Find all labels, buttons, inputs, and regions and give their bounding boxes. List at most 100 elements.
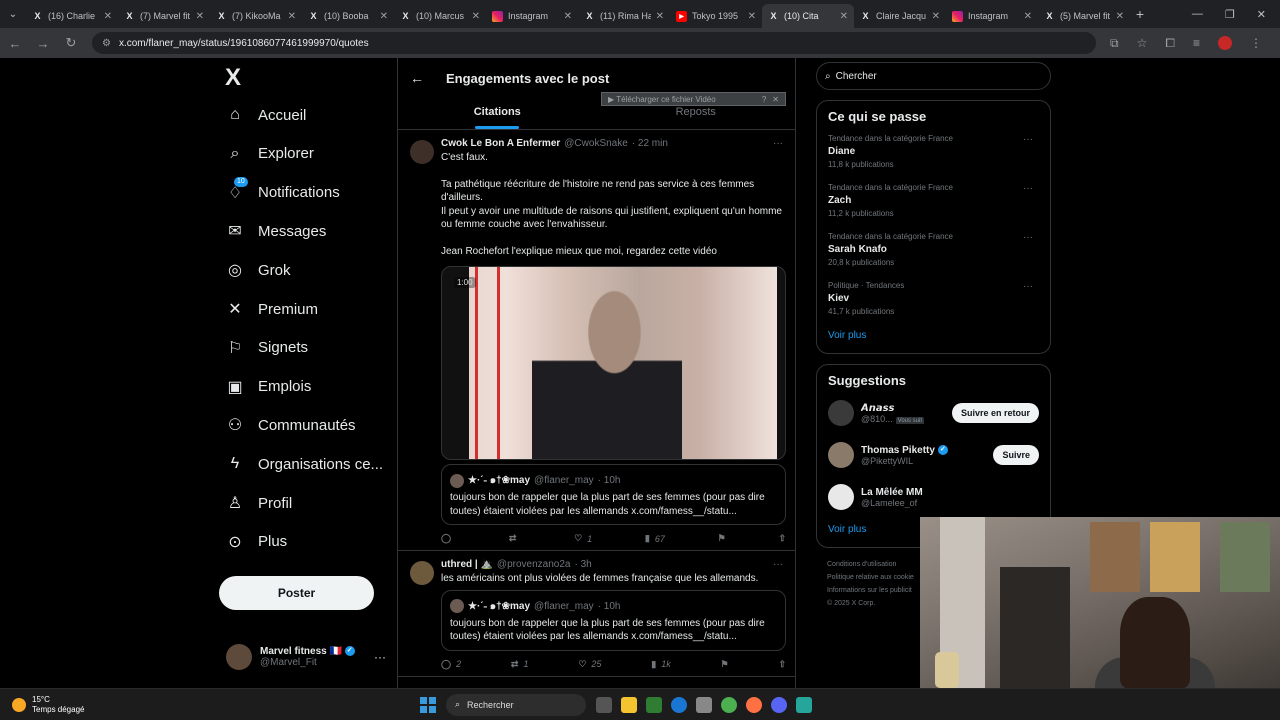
browser-tab[interactable]: X (10) Booba ✕ — [302, 4, 394, 28]
browser-tab[interactable]: Instagram ✕ — [486, 4, 578, 28]
maximize-icon[interactable]: ❐ — [1225, 8, 1235, 21]
nav-item-signets[interactable]: ⚐ Signets — [226, 333, 308, 363]
discord-icon[interactable] — [771, 696, 787, 713]
chrome-icon[interactable] — [721, 696, 737, 713]
close-tab-icon[interactable]: ✕ — [1024, 11, 1032, 22]
nav-item-profil[interactable]: ♙ Profil — [226, 488, 292, 518]
trend-item[interactable]: Tendance dans la catégorie France Sarah K… — [828, 232, 1039, 267]
close-tab-icon[interactable]: ✕ — [840, 11, 848, 22]
bookmark-button[interactable]: ⚑ — [718, 533, 726, 544]
post-time[interactable]: · 3h — [574, 559, 591, 570]
weather-widget[interactable]: 15°C Temps dégagé — [0, 695, 420, 715]
close-tab-icon[interactable]: ✕ — [564, 11, 572, 22]
suggestion-item[interactable]: Thomas Piketty ✓ @PikettyWIL Suivre — [828, 440, 1039, 470]
store-icon[interactable] — [696, 696, 712, 713]
quoted-post[interactable]: ★·ˊ˗ ๑†❀may @flaner_may · 10h toujours b… — [441, 464, 786, 525]
account-switcher[interactable]: Marvel fitness 🇫🇷 ✓ @Marvel_Fit ··· — [226, 644, 386, 670]
browser-tab[interactable]: X Claire Jacqu ✕ — [854, 4, 946, 28]
nav-item-organisations-ce[interactable]: ϟ Organisations ce... — [226, 449, 383, 479]
avatar[interactable] — [828, 442, 854, 468]
browser-tab[interactable]: X (10) Marcus ✕ — [394, 4, 486, 28]
nav-item-emplois[interactable]: ▣ Emplois — [226, 372, 311, 402]
repost-button[interactable]: ⇄ — [509, 533, 522, 544]
close-tab-icon[interactable]: ✕ — [932, 11, 940, 22]
minimize-icon[interactable]: — — [1192, 8, 1203, 21]
close-icon[interactable]: ✕ — [772, 95, 779, 104]
help-icon[interactable]: ? — [762, 95, 766, 104]
reading-list-icon[interactable]: ≡ — [1193, 36, 1200, 51]
author-name[interactable]: Cwok Le Bon A Enfermer — [441, 138, 560, 149]
trends-show-more-link[interactable]: Voir plus — [828, 330, 1039, 341]
search-input[interactable]: ⌕ Chercher — [816, 62, 1051, 90]
nav-item-notifications[interactable]: ♢ 10 Notifications — [226, 176, 340, 208]
trend-item[interactable]: Tendance dans la catégorie France Diane 11… — [828, 134, 1039, 169]
close-tab-icon[interactable]: ✕ — [196, 11, 204, 22]
avatar[interactable] — [410, 140, 434, 164]
site-info-icon[interactable]: ⚙ — [102, 38, 111, 49]
tab-search-button[interactable]: ⌄ — [0, 0, 26, 28]
browser-tab[interactable]: X (5) Marvel fit ✕ — [1038, 4, 1130, 28]
quoted-post[interactable]: ★·ˊ˗ ๑†❀may @flaner_may · 10h toujours b… — [441, 589, 786, 651]
browser-menu-icon[interactable]: ⋮ — [1250, 36, 1262, 51]
follow-button[interactable]: Suivre — [993, 445, 1039, 465]
more-icon[interactable]: ··· — [773, 138, 783, 149]
like-button[interactable]: ♡ 1 — [574, 533, 592, 544]
video-download-extension-bar[interactable]: ▶ Télécharger ce fichier Vidéo ? ✕ — [601, 92, 786, 106]
firefox-icon[interactable] — [746, 696, 762, 713]
avatar[interactable] — [828, 400, 854, 426]
browser-tab[interactable]: X (11) Rima Ha ✕ — [578, 4, 670, 28]
nav-item-messages[interactable]: ✉ Messages — [226, 216, 326, 246]
tab-citations[interactable]: Citations — [398, 98, 597, 129]
nav-item-grok[interactable]: ◎ Grok — [226, 255, 291, 285]
more-icon[interactable]: ··· — [1023, 281, 1033, 292]
trend-item[interactable]: Politique · Tendances Kiev 41,7 k publicat… — [828, 281, 1039, 316]
app-icon[interactable] — [796, 696, 812, 713]
extensions-icon[interactable]: ⧠ — [1165, 36, 1175, 51]
follow-button[interactable]: Suivre en retour — [951, 403, 1039, 423]
reload-icon[interactable]: ↻ — [64, 35, 78, 51]
post-button[interactable]: Poster — [219, 576, 374, 610]
share-button[interactable]: ⇧ — [778, 533, 786, 544]
nvidia-icon[interactable] — [646, 696, 662, 713]
suggestion-item[interactable]: La Mêlée MM @Lamelee_of — [828, 482, 1039, 512]
more-icon[interactable]: ··· — [773, 559, 783, 570]
bookmark-button[interactable]: ⚑ — [721, 659, 729, 670]
close-tab-icon[interactable]: ✕ — [748, 11, 756, 22]
nav-item-communautés[interactable]: ⚇ Communautés — [226, 410, 356, 440]
nav-item-explorer[interactable]: ⌕ Explorer — [226, 139, 314, 169]
edge-icon[interactable] — [671, 696, 687, 713]
nav-item-accueil[interactable]: ⌂ Accueil — [226, 100, 306, 130]
file-explorer-icon[interactable] — [621, 696, 637, 713]
views-button[interactable]: ▮ 67 — [645, 533, 665, 544]
close-tab-icon[interactable]: ✕ — [288, 11, 296, 22]
browser-tab[interactable]: X (10) Cita ✕ — [762, 4, 854, 28]
share-button[interactable]: ⇧ — [778, 659, 786, 670]
suggestion-item[interactable]: 𝘼𝙣𝙖𝙨𝙨 @810... Vous suit Suivre en retour — [828, 398, 1039, 428]
post-time[interactable]: · 22 min — [632, 138, 668, 149]
author-handle[interactable]: @provenzano2a — [497, 559, 571, 570]
close-window-icon[interactable]: ✕ — [1257, 8, 1266, 21]
nav-item-premium[interactable]: ✕ Premium — [226, 294, 318, 324]
more-icon[interactable]: ··· — [1023, 232, 1033, 243]
close-tab-icon[interactable]: ✕ — [104, 11, 112, 22]
close-tab-icon[interactable]: ✕ — [656, 11, 664, 22]
browser-tab[interactable]: ▶ Tokyo 1995 ✕ — [670, 4, 762, 28]
video-player[interactable]: 1:00 — [441, 266, 786, 460]
task-view-icon[interactable] — [596, 696, 612, 713]
browser-tab[interactable]: X (16) Charlie ✕ — [26, 4, 118, 28]
close-tab-icon[interactable]: ✕ — [472, 11, 480, 22]
reply-button[interactable]: ◯ 2 — [441, 659, 461, 670]
close-tab-icon[interactable]: ✕ — [1116, 11, 1124, 22]
trend-item[interactable]: Tendance dans la catégorie France Zach 11,… — [828, 183, 1039, 218]
more-icon[interactable]: ··· — [1023, 134, 1033, 145]
views-button[interactable]: ▮ 1k — [651, 659, 670, 670]
avatar[interactable] — [828, 484, 854, 510]
like-button[interactable]: ♡ 25 — [578, 659, 601, 670]
back-arrow-icon[interactable]: ← — [410, 70, 424, 86]
browser-tab[interactable]: Instagram ✕ — [946, 4, 1038, 28]
author-name[interactable]: uthred | ⛰️ — [441, 559, 493, 570]
quote-post[interactable]: uthred | ⛰️ @provenzano2a · 3h ··· les a… — [398, 551, 795, 677]
forward-arrow-icon[interactable]: → — [36, 36, 50, 51]
more-icon[interactable]: ··· — [1023, 183, 1033, 194]
quote-post[interactable]: Cwok Le Bon A Enfermer @CwokSnake · 22 m… — [398, 130, 795, 551]
